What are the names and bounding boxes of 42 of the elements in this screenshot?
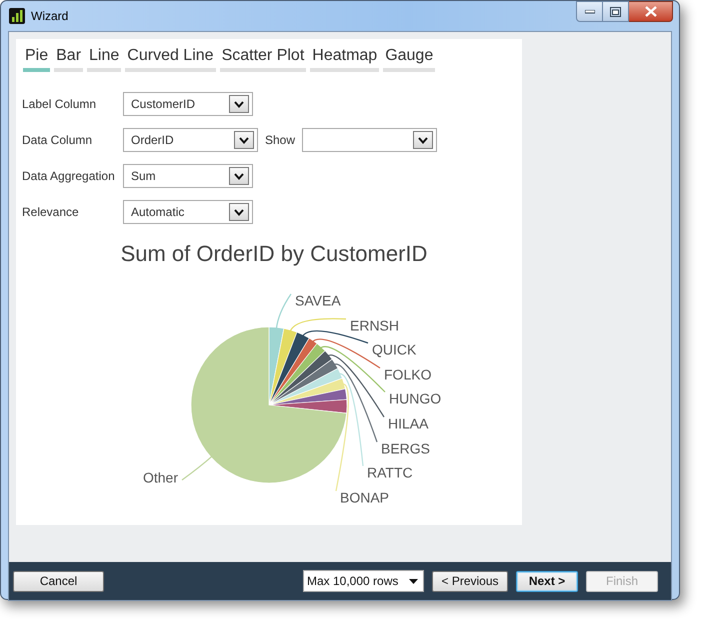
dropdown[interactable]: CustomerID xyxy=(123,92,253,116)
chart-title: Sum of OrderID by CustomerID xyxy=(120,241,428,267)
slice-label: FOLKO xyxy=(384,366,432,383)
field-label: Data Column xyxy=(22,133,94,147)
minimize-icon xyxy=(584,10,594,14)
field-label: Data Aggregation xyxy=(22,169,116,183)
wizard-button[interactable]: < Previous xyxy=(432,570,508,592)
leader-line xyxy=(182,455,214,480)
chart-type-tab[interactable]: Gauge xyxy=(383,47,436,72)
slice-label: HUNGO xyxy=(389,390,442,407)
field-label: Relevance xyxy=(22,205,80,219)
slice-label: ERNSH xyxy=(350,318,400,334)
dropdown-arrow-icon xyxy=(409,578,418,584)
chart-type-tab[interactable]: Line xyxy=(87,47,122,72)
chart-type-tab[interactable]: Heatmap xyxy=(310,47,380,72)
dropdown[interactable] xyxy=(302,128,438,152)
minimize-button[interactable] xyxy=(576,1,603,22)
field-label: Show xyxy=(265,133,296,147)
chart-type-tab[interactable]: Pie xyxy=(23,47,50,72)
chart-type-tab[interactable]: Scatter Plot xyxy=(220,47,306,72)
wizard-button[interactable]: Cancel xyxy=(13,570,104,592)
maximize-button[interactable] xyxy=(603,1,629,22)
restore-icon xyxy=(610,6,621,16)
row-limit-dropdown[interactable]: Max 10,000 rows xyxy=(303,570,424,592)
dropdown[interactable]: Sum xyxy=(123,164,253,188)
field-label: Label Column xyxy=(22,97,98,111)
slice-label: Other xyxy=(142,470,178,486)
slice-label: HILAA xyxy=(388,416,428,432)
chart-type-tab[interactable]: Curved Line xyxy=(125,47,216,72)
slice-label: QUICK xyxy=(372,342,416,358)
chart-type-tab[interactable]: Bar xyxy=(54,47,84,72)
close-button[interactable] xyxy=(629,1,673,22)
window-title: Wizard xyxy=(31,9,70,23)
slice-label: BONAP xyxy=(340,490,390,506)
slice-label: SAVEA xyxy=(295,292,341,309)
slice-label: BERGS xyxy=(381,440,430,457)
app-icon xyxy=(9,8,25,24)
slice-label: RATTC xyxy=(367,464,413,481)
close-icon xyxy=(644,6,656,17)
dropdown[interactable]: Automatic xyxy=(123,200,253,224)
default-button[interactable]: Next > xyxy=(516,570,578,592)
dropdown[interactable]: OrderID xyxy=(123,128,258,152)
